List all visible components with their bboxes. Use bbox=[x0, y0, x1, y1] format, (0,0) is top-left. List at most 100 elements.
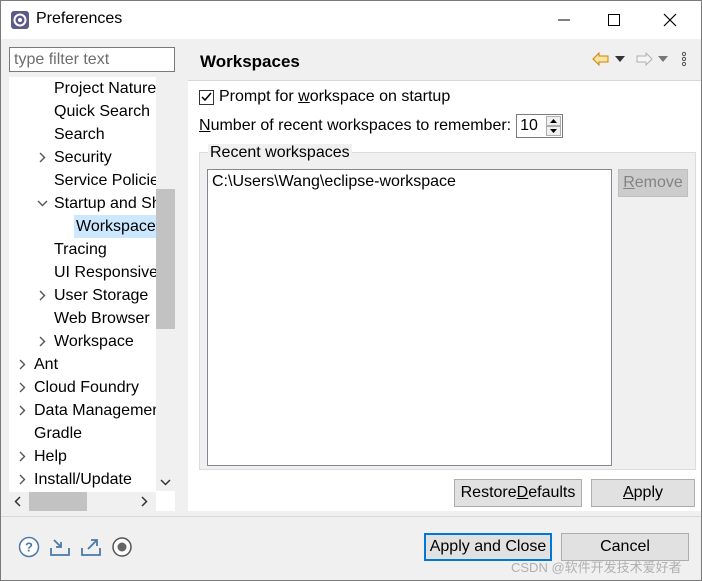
chevron-right-icon[interactable] bbox=[15, 353, 29, 376]
triangle-down-icon bbox=[550, 129, 558, 133]
chevron-right-icon[interactable] bbox=[15, 376, 29, 399]
tree-item-label: Project Natures bbox=[54, 80, 165, 97]
tree-item[interactable]: Search bbox=[9, 123, 175, 146]
scroll-left-arrow-icon[interactable] bbox=[12, 495, 24, 508]
prompt-workspace-label: Prompt for workspace on startup bbox=[219, 88, 451, 105]
tree-item-label: Workspace bbox=[54, 333, 134, 350]
tree-item[interactable]: Web Browser bbox=[9, 307, 175, 330]
recent-count-label: Number of recent workspaces to remember: bbox=[199, 117, 512, 134]
back-arrow-icon bbox=[592, 52, 609, 66]
maximize-icon bbox=[608, 14, 620, 26]
forward-arrow-icon bbox=[636, 52, 653, 66]
more-vertical-icon bbox=[681, 51, 687, 67]
svg-text:?: ? bbox=[25, 540, 33, 555]
tree-item-label: Search bbox=[54, 126, 105, 143]
tree-vertical-scrollbar[interactable] bbox=[156, 77, 175, 491]
window-title: Preferences bbox=[36, 10, 123, 27]
import-icon[interactable] bbox=[49, 536, 71, 558]
recent-count-value[interactable]: 10 bbox=[520, 117, 538, 135]
checkmark-icon bbox=[201, 92, 212, 102]
eclipse-app-icon bbox=[11, 11, 29, 29]
chevron-right-icon[interactable] bbox=[15, 399, 29, 422]
tree-item[interactable]: Ant bbox=[9, 353, 175, 376]
export-icon[interactable] bbox=[80, 536, 102, 558]
page-content: Prompt for workspace on startup Number o… bbox=[188, 81, 701, 511]
chevron-right-icon[interactable] bbox=[15, 468, 29, 491]
minimize-button[interactable] bbox=[541, 1, 587, 39]
tree-item[interactable]: Help bbox=[9, 445, 175, 468]
minimize-icon bbox=[558, 19, 570, 21]
chevron-down-icon bbox=[615, 56, 625, 62]
record-icon[interactable] bbox=[111, 536, 133, 558]
scroll-right-arrow-icon[interactable] bbox=[138, 495, 150, 508]
page-header: Workspaces bbox=[188, 39, 701, 81]
tree-item-label: Cloud Foundry bbox=[34, 379, 139, 396]
page-title: Workspaces bbox=[200, 52, 300, 71]
forward-history-dropdown[interactable] bbox=[658, 49, 668, 69]
tree-item[interactable]: Install/Update bbox=[9, 468, 175, 491]
chevron-right-icon[interactable] bbox=[35, 146, 49, 169]
chevron-right-icon[interactable] bbox=[15, 445, 29, 468]
tree-item-label: Help bbox=[34, 448, 67, 465]
title-bar: Preferences bbox=[1, 1, 701, 39]
tree-item[interactable]: UI Responsiveness bbox=[9, 261, 175, 284]
tree-item[interactable]: Startup and Shutdown bbox=[9, 192, 175, 215]
preferences-window: Preferences Project Natures Quick Search S… bbox=[0, 0, 702, 581]
scroll-down-arrow-icon[interactable] bbox=[159, 473, 172, 491]
recent-workspaces-group: Recent workspaces C:\Users\Wang\eclipse-… bbox=[199, 144, 696, 470]
recent-workspaces-list[interactable]: C:\Users\Wang\eclipse-workspace bbox=[207, 169, 612, 466]
tree-item-label: Security bbox=[54, 149, 112, 166]
tree-item-label: Service Policies bbox=[54, 172, 167, 189]
tree-item-label: Workspaces bbox=[74, 215, 166, 238]
tree-item[interactable]: Cloud Foundry bbox=[9, 376, 175, 399]
close-button[interactable] bbox=[647, 1, 693, 39]
tree-item-label: Ant bbox=[34, 356, 59, 373]
tree-item[interactable]: Workspaces bbox=[9, 215, 175, 238]
back-history-dropdown[interactable] bbox=[615, 49, 625, 69]
tree-item-label: User Storage bbox=[54, 287, 149, 304]
tree-horizontal-scrollbar[interactable] bbox=[9, 492, 156, 511]
chevron-down-icon bbox=[658, 56, 668, 62]
chevron-right-icon[interactable] bbox=[35, 284, 49, 307]
recent-workspaces-label: Recent workspaces bbox=[208, 144, 352, 162]
tree-item[interactable]: Workspace bbox=[9, 330, 175, 353]
close-icon bbox=[663, 13, 677, 27]
list-item[interactable]: C:\Users\Wang\eclipse-workspace bbox=[212, 173, 456, 191]
tree-horizontal-scroll-thumb[interactable] bbox=[29, 492, 87, 511]
tree-vertical-scroll-thumb[interactable] bbox=[156, 189, 175, 329]
tree-item-label: Gradle bbox=[34, 425, 83, 442]
chevron-right-icon[interactable] bbox=[35, 330, 49, 353]
apply-button[interactable]: Apply bbox=[591, 479, 695, 507]
remove-button[interactable]: Remove bbox=[618, 169, 688, 197]
tree-item[interactable]: Project Natures bbox=[9, 77, 175, 100]
tree-item-label: Web Browser bbox=[54, 310, 150, 327]
spinner-up-button[interactable] bbox=[546, 116, 562, 126]
forward-button[interactable] bbox=[635, 49, 653, 69]
tree-item-label: Tracing bbox=[54, 241, 107, 258]
tree-item[interactable]: Quick Search bbox=[9, 100, 175, 123]
recent-count-spinner[interactable]: 10 bbox=[516, 114, 564, 138]
filter-input[interactable] bbox=[9, 47, 175, 72]
back-button[interactable] bbox=[592, 49, 610, 69]
tree-item-label: Install/Update bbox=[34, 471, 132, 488]
spinner-down-button[interactable] bbox=[546, 126, 562, 136]
tree-item[interactable]: User Storage bbox=[9, 284, 175, 307]
tree-item[interactable]: Tracing bbox=[9, 238, 175, 261]
restore-defaults-button[interactable]: Restore Defaults bbox=[454, 479, 582, 507]
chevron-down-icon[interactable] bbox=[35, 192, 49, 215]
prompt-workspace-checkbox[interactable] bbox=[199, 89, 214, 105]
tree-item[interactable]: Gradle bbox=[9, 422, 175, 445]
maximize-button[interactable] bbox=[591, 1, 637, 39]
tree-item[interactable]: Security bbox=[9, 146, 175, 169]
prompt-workspace-row[interactable]: Prompt for workspace on startup bbox=[199, 88, 450, 106]
help-icon[interactable]: ? bbox=[18, 536, 40, 558]
tree-item-label: Quick Search bbox=[54, 103, 151, 120]
triangle-up-icon bbox=[550, 119, 558, 123]
view-menu-button[interactable] bbox=[681, 49, 687, 69]
recent-count-row: Number of recent workspaces to remember:… bbox=[199, 114, 564, 138]
watermark: CSDN @软件开发技术爱好者 bbox=[511, 560, 682, 575]
tree-item[interactable]: Data Management bbox=[9, 399, 175, 422]
tree-item[interactable]: Service Policies bbox=[9, 169, 175, 192]
tree-item-label: Data Management bbox=[34, 402, 166, 419]
footer-divider bbox=[1, 516, 701, 517]
